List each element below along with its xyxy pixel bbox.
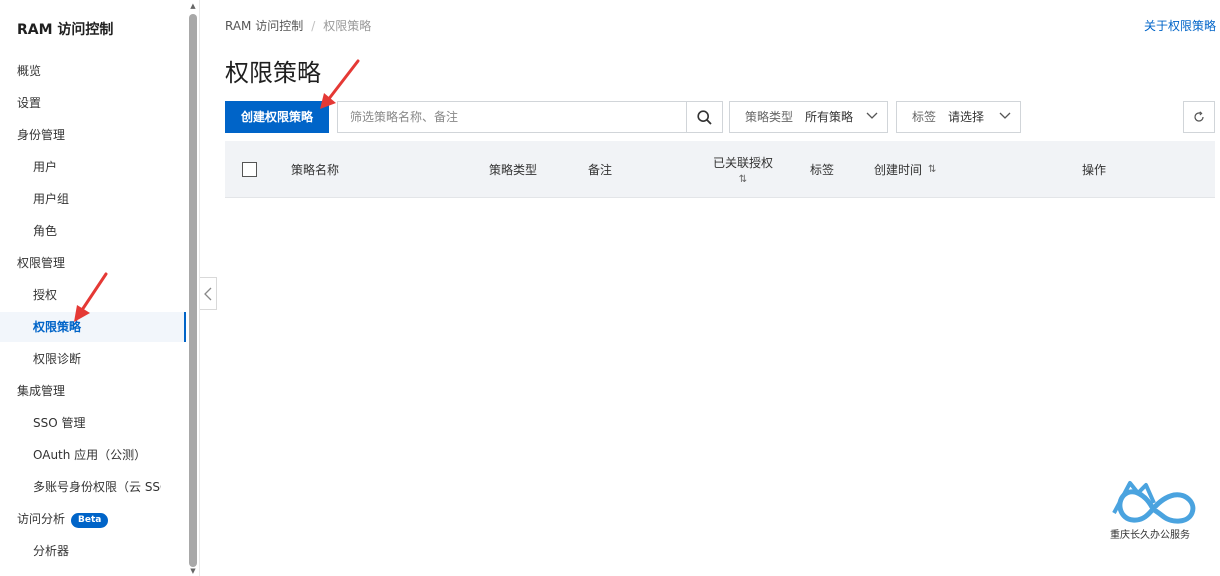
column-header-created-time[interactable]: 创建时间 ⇅ [874,141,936,198]
column-header-tags: 标签 [810,163,835,177]
sidebar-scrollbar[interactable]: ▲ ▼ [188,0,198,576]
policy-type-value: 所有策略 [805,110,854,124]
watermark-text: 重庆长久办公服务 [1110,530,1190,541]
sidebar-item-overview[interactable]: 概览 [0,56,186,86]
sidebar-item-label: 授权 [33,288,58,302]
sidebar-group-integration[interactable]: 集成管理 [0,376,186,406]
policy-table-header: 策略名称 策略类型 备注 已关联授权 ⇅ 标签 创建时间 ⇅ 操作 [225,141,1215,198]
sidebar-title: RAM 访问控制 [17,22,114,38]
tag-select[interactable]: 标签 请选择 [896,101,1021,133]
about-policies-link[interactable]: 关于权限策略 [1144,17,1216,34]
sidebar-item-label: 权限管理 [17,256,66,270]
sidebar-item-settings[interactable]: 设置 [0,88,186,118]
refresh-button[interactable] [1183,101,1215,133]
sidebar-item-user-groups[interactable]: 用户组 [0,184,186,214]
column-header-attachments-label: 已关联授权 [712,156,773,170]
sidebar: RAM 访问控制 概览 设置 身份管理 用户 用户组 角色 权限管理 授权 权限… [0,0,200,576]
sidebar-item-oauth-apps[interactable]: OAuth 应用（公测） [0,440,186,470]
sidebar-item-label: 设置 [17,96,42,110]
sort-icon[interactable]: ⇅ [928,164,936,175]
policy-type-select[interactable]: 策略类型 所有策略 [729,101,888,133]
sidebar-item-label: SSO 管理 [33,416,86,430]
select-all-checkbox[interactable] [242,162,257,177]
sidebar-item-roles[interactable]: 角色 [0,216,186,246]
search-button[interactable] [686,102,722,132]
sidebar-item-label: 访问分析 [17,512,66,526]
column-header-policy-name: 策略名称 [291,163,340,177]
chevron-down-icon [999,112,1011,119]
breadcrumb-current: 权限策略 [323,19,372,33]
scroll-up-icon[interactable]: ▲ [188,1,198,11]
sidebar-item-label: 集成管理 [17,384,66,398]
create-policy-button[interactable]: 创建权限策略 [225,101,329,133]
search-icon [697,109,712,125]
sidebar-group-permissions[interactable]: 权限管理 [0,248,186,278]
sidebar-item-label: 用户 [33,160,58,174]
sidebar-item-label: 角色 [33,224,58,238]
sidebar-item-label: OAuth 应用（公测） [33,448,147,462]
chevron-down-icon [866,112,878,119]
scroll-down-icon[interactable]: ▼ [188,566,198,576]
sidebar-item-users[interactable]: 用户 [0,152,186,182]
sidebar-item-grants[interactable]: 授权 [0,280,186,310]
sidebar-collapse-button[interactable] [200,277,217,310]
app-root: RAM 访问控制 概览 设置 身份管理 用户 用户组 角色 权限管理 授权 权限… [0,0,1220,576]
sidebar-item-label: 概览 [17,64,42,78]
refresh-icon [1194,111,1204,122]
policy-search-box [337,101,723,133]
column-header-attachments[interactable]: 已关联授权 ⇅ [711,141,775,198]
sidebar-item-label: 分析器 [33,544,70,558]
tag-label: 标签 [912,110,937,124]
sidebar-group-identity[interactable]: 身份管理 [0,120,186,150]
sidebar-item-cloud-sso[interactable]: 多账号身份权限（云 SSO） [0,472,161,502]
breadcrumb: RAM 访问控制 / 权限策略 [225,17,371,34]
scrollbar-thumb[interactable] [189,14,197,567]
breadcrumb-root[interactable]: RAM 访问控制 [225,19,303,33]
column-header-created-time-label: 创建时间 [874,163,923,177]
sidebar-group-access-analysis[interactable]: 访问分析 Beta [0,504,186,534]
sidebar-item-policies[interactable]: 权限策略 [0,312,186,342]
page-title: 权限策略 [225,59,321,87]
sidebar-item-label: 权限策略 [33,320,82,334]
breadcrumb-separator: / [311,19,316,33]
sidebar-item-analyzers[interactable]: 分析器 [0,536,186,566]
sidebar-item-label: 身份管理 [17,128,66,142]
sidebar-item-label: 多账号身份权限（云 SSO） [33,480,161,494]
column-header-policy-type: 策略类型 [489,163,538,177]
policy-type-label: 策略类型 [745,110,794,124]
beta-badge: Beta [71,513,109,528]
sidebar-item-sso[interactable]: SSO 管理 [0,408,186,438]
policy-search-input[interactable] [338,102,688,132]
column-header-remark: 备注 [588,163,613,177]
chevron-left-icon [204,287,212,300]
sidebar-item-permission-diagnosis[interactable]: 权限诊断 [0,344,186,374]
column-header-actions: 操作 [1082,163,1107,177]
sidebar-item-label: 权限诊断 [33,352,82,366]
tag-value: 请选择 [948,110,985,124]
sidebar-item-label: 用户组 [33,192,70,206]
sort-icon[interactable]: ⇅ [739,174,747,185]
